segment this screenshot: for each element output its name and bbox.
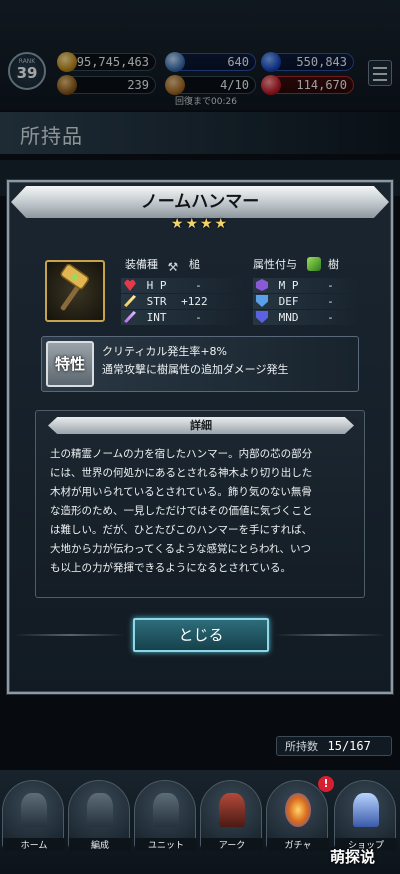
stat-name: INT [146, 311, 167, 324]
element-label: 属性付与 [253, 258, 297, 271]
watermark: 萌探说 [330, 848, 376, 866]
stat-hp: H P - [121, 278, 245, 293]
stat-str: STR +122 [121, 294, 245, 309]
party-icon [87, 793, 113, 827]
staff-icon [124, 311, 136, 323]
detail-line: な造形のため、一見しただけではその価値に気づくこと [50, 505, 313, 517]
nav-label: ユニット [135, 838, 197, 851]
detail-line: は難しい。だが、ひとたびこのハンマーを手にすれば、 [50, 524, 313, 536]
heart-icon [124, 279, 136, 291]
hammer-type-icon: ⚒ [167, 260, 179, 274]
nav-label: アーク [201, 838, 263, 851]
equip-type-row: 装備種 ⚒ 槌 [125, 256, 200, 274]
stat-name: STR [146, 295, 167, 308]
element-value: 樹 [328, 258, 339, 271]
close-button[interactable]: とじる [133, 618, 269, 652]
detail-text: 土の精霊ノームの力を宿したハンマー。内部の芯の部分 には、世界の何処かにあるとさ… [50, 445, 354, 578]
nav-party[interactable]: 編成 [68, 780, 131, 851]
stat-mp: M P - [253, 278, 361, 293]
detail-heading: 詳細 [48, 417, 354, 434]
owned-label: 所持数 [285, 740, 318, 753]
detail-line: 土の精霊ノームの力を宿したハンマー。内部の芯の部分 [50, 448, 313, 460]
stat-value: - [327, 279, 334, 292]
detail-panel[interactable]: 詳細 土の精霊ノームの力を宿したハンマー。内部の芯の部分 には、世界の何処かにあ… [35, 410, 365, 598]
hammer-icon [60, 263, 89, 311]
detail-line: には、世界の何処かにあるとされる神木より切り出した [50, 467, 313, 479]
stat-value: - [195, 279, 202, 292]
divider [275, 634, 385, 636]
stat-int: INT - [121, 310, 245, 325]
equip-type-value: 槌 [189, 258, 200, 271]
ark-icon [219, 793, 245, 827]
nav-ark[interactable]: アーク [200, 780, 263, 851]
divider [15, 634, 125, 636]
owned-count: 所持数 15/167 [276, 736, 392, 756]
stat-mnd: MND - [253, 310, 361, 325]
trait-line: クリティカル発生率+8% [102, 345, 228, 358]
stat-value: - [327, 295, 334, 308]
nav-home[interactable]: ホーム [2, 780, 65, 851]
trait-panel: 特性 クリティカル発生率+8% 通常攻撃に樹属性の追加ダメージ発生 [41, 336, 359, 392]
nav-label: 編成 [69, 838, 131, 851]
stat-value: - [195, 311, 202, 324]
stat-name: MND [278, 311, 299, 324]
owned-value: 15/167 [327, 739, 371, 753]
tree-element-icon [306, 257, 321, 271]
equip-type-label: 装備種 [125, 258, 158, 271]
nav-label: ホーム [3, 838, 65, 851]
detail-line: も以上の力が発揮できるようになるとされている。 [50, 562, 291, 574]
mana-crystal-icon [256, 279, 268, 291]
stat-def: DEF - [253, 294, 361, 309]
nav-label: ガチャ [267, 838, 329, 851]
nav-units[interactable]: ユニット [134, 780, 197, 851]
sword-icon [124, 295, 136, 307]
item-name: ノームハンマー [11, 186, 389, 218]
gacha-icon [285, 793, 311, 827]
trait-badge: 特性 [46, 341, 94, 387]
nav-shop[interactable]: ショップ [334, 780, 397, 851]
gacha-notification-badge: ! [318, 776, 334, 792]
detail-line: 大地から力が伝わってくるような感覚にとらわれ、いつ [50, 543, 312, 555]
unit-icon [153, 793, 179, 827]
home-icon [21, 793, 47, 827]
item-thumbnail [45, 260, 105, 322]
stat-value: - [327, 311, 334, 324]
stat-name: DEF [278, 295, 299, 308]
detail-line: 木材が用いられているとされている。飾り気のない無骨 [50, 486, 312, 498]
trait-line: 通常攻撃に樹属性の追加ダメージ発生 [102, 363, 289, 376]
spirit-shield-icon [256, 311, 268, 323]
shop-icon [353, 793, 379, 827]
rarity-stars: ★★★★ [170, 216, 230, 232]
shield-icon [256, 295, 268, 307]
item-detail-dialog: ノームハンマー ★★★★ 装備種 ⚒ 槌 属性付与 樹 H P - STR +1… [7, 180, 393, 694]
stat-value: +122 [181, 295, 208, 308]
nav-gacha[interactable]: ガチャ [266, 780, 329, 851]
stat-name: M P [278, 279, 299, 292]
stat-name: H P [146, 279, 167, 292]
element-row: 属性付与 樹 [253, 256, 339, 272]
